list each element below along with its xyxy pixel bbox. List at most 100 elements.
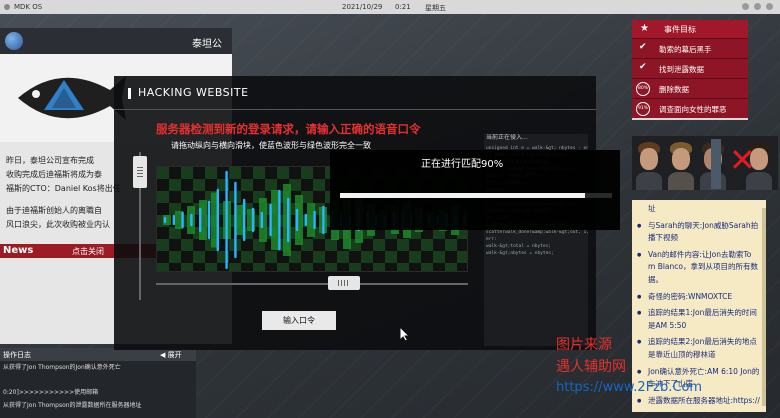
portrait-avatar[interactable] bbox=[666, 136, 696, 190]
log-line: 0:20]>>>>>>>>>>>使用邮箱 bbox=[3, 389, 99, 396]
matching-progress-overlay: 正在进行匹配90% bbox=[330, 150, 620, 230]
grid-cell bbox=[181, 263, 193, 271]
log-line: 从获得了Jon Thompson的Jon确认意外死亡 bbox=[3, 364, 121, 371]
grid-cell bbox=[169, 251, 181, 263]
news-line: 昨日，泰坦公司宣布完成 bbox=[6, 156, 94, 165]
grid-cell bbox=[277, 167, 289, 179]
objective-item[interactable]: 91% 调查面向女性的罪恶 bbox=[632, 98, 748, 118]
note-line: 址 bbox=[648, 204, 656, 213]
grid-cell bbox=[229, 167, 241, 179]
matching-status-text: 正在进行匹配90% bbox=[421, 159, 504, 170]
progress-badge: 91% bbox=[636, 102, 650, 116]
objectives-title: 事件目标 bbox=[664, 25, 696, 34]
title-mark bbox=[128, 88, 131, 99]
horizontal-slider-track[interactable] bbox=[156, 283, 468, 285]
divider bbox=[114, 109, 596, 110]
progress-badge: 80% bbox=[636, 82, 650, 96]
grid-cell bbox=[241, 251, 253, 263]
warning-text: 服务器检测到新的登录请求，请输入正确的语音口令 bbox=[156, 122, 421, 136]
grid-cell bbox=[205, 167, 217, 179]
objective-label: 调查面向女性的罪恶 bbox=[659, 105, 727, 114]
matching-progress-fill bbox=[340, 193, 585, 198]
check-icon: ✔ bbox=[639, 62, 647, 72]
watermark: 图片来源 遇人辅助网 https://www.2Fzb.Com bbox=[556, 334, 772, 418]
grid-cell bbox=[337, 251, 349, 263]
close-icon[interactable] bbox=[766, 3, 773, 10]
code-line: walk-&gt;total = nbytes; bbox=[486, 244, 552, 249]
grid-cell bbox=[373, 263, 385, 271]
grid-cell bbox=[409, 251, 421, 263]
grid-cell bbox=[181, 167, 193, 179]
news-close-button[interactable]: 点击关闭 bbox=[72, 246, 104, 257]
grid-cell bbox=[349, 263, 361, 271]
grid-cell bbox=[265, 179, 277, 191]
grid-cell bbox=[181, 239, 193, 251]
grid-cell bbox=[241, 179, 253, 191]
objective-label: 删除数据 bbox=[659, 85, 689, 94]
watermark-line: https://www.2Fzb.Com bbox=[556, 380, 703, 395]
note-line: 播下视频 bbox=[648, 233, 678, 243]
horizontal-slider-handle[interactable] bbox=[328, 276, 360, 290]
grid-cell bbox=[205, 263, 217, 271]
grid-cell bbox=[253, 263, 265, 271]
grid-cell bbox=[157, 191, 169, 203]
objective-label: 找到泄露数据 bbox=[659, 65, 704, 74]
globe-icon bbox=[5, 32, 23, 50]
grid-cell bbox=[277, 263, 289, 271]
grid-cell bbox=[301, 167, 313, 179]
vertical-slider-handle[interactable] bbox=[133, 156, 147, 188]
note-line: m Blanco，拿到从项目的所有数 bbox=[648, 262, 758, 272]
clock-date: 2021/10/29 bbox=[342, 3, 383, 11]
objective-item[interactable]: ✔ 勒索的幕后黑手 bbox=[632, 38, 748, 58]
minimize-icon[interactable] bbox=[742, 3, 749, 10]
log-title: 操作日志 bbox=[3, 351, 31, 359]
star-icon: ★ bbox=[640, 23, 649, 34]
dialog-title: HACKING WEBSITE bbox=[138, 86, 249, 99]
grid-cell bbox=[325, 263, 337, 271]
portrait-avatar[interactable] bbox=[634, 136, 664, 190]
news-title: 泰坦公 bbox=[192, 39, 222, 50]
news-section-label: News bbox=[3, 245, 34, 256]
os-name: MDK OS bbox=[14, 3, 43, 11]
grid-cell bbox=[457, 251, 467, 263]
news-line: 福斯的CTO：Daniel Kos将出任 bbox=[6, 184, 121, 193]
grid-cell bbox=[313, 251, 325, 263]
os-logo-icon bbox=[4, 4, 10, 10]
note-line: 据。 bbox=[648, 274, 663, 284]
note-line: 是AM 5:50 bbox=[648, 320, 687, 330]
grid-cell bbox=[181, 191, 193, 203]
news-line: 风口浪尖，此次收购被业内认 bbox=[6, 220, 110, 229]
grid-cell bbox=[253, 167, 265, 179]
top-bar: MDK OS 2021/10/29 0:21 星期五 bbox=[0, 0, 780, 14]
grid-cell bbox=[313, 179, 325, 191]
news-line: 收购完成后迪福斯将成为泰 bbox=[6, 170, 102, 179]
grid-cell bbox=[301, 263, 313, 271]
grid-cell bbox=[325, 239, 337, 251]
log-expand-button[interactable]: ◀ 展开 bbox=[160, 350, 182, 360]
grid-cell bbox=[265, 251, 277, 263]
objective-item[interactable]: ✔ 找到泄露数据 bbox=[632, 58, 748, 78]
note-line: Van的邮件内容:让Jon去勒索To bbox=[632, 249, 766, 262]
code-line: 当前正在侵入... bbox=[486, 134, 528, 141]
objectives-header: ★ 事件目标 bbox=[632, 20, 748, 38]
grid-cell bbox=[157, 263, 169, 271]
maximize-icon[interactable] bbox=[754, 3, 761, 10]
news-header: 泰坦公 bbox=[0, 28, 232, 54]
grid-cell bbox=[421, 239, 433, 251]
objective-label: 勒索的幕后黑手 bbox=[659, 45, 712, 54]
grid-cell bbox=[193, 251, 205, 263]
log-expand-label: 展开 bbox=[167, 351, 182, 359]
grid-cell bbox=[397, 239, 409, 251]
note-line: 追踪的结果1:Jon最后消失的时间 bbox=[632, 307, 766, 320]
grid-cell bbox=[361, 251, 373, 263]
log-line: 从获得了Jon Thompson的泄露数据所在服务器地址 bbox=[3, 402, 142, 409]
objective-item[interactable]: 80% 删除数据 bbox=[632, 78, 748, 98]
grid-cell bbox=[397, 263, 409, 271]
enter-password-button[interactable]: 输入口令 bbox=[262, 311, 336, 330]
grid-cell bbox=[169, 179, 181, 191]
grid-cell bbox=[157, 167, 169, 179]
portrait-name-tag bbox=[711, 139, 721, 189]
matching-progress-track bbox=[340, 193, 612, 198]
watermark-line: 图片来源 bbox=[556, 337, 612, 353]
news-line: 由于迪福斯创始人的离職自 bbox=[6, 206, 102, 215]
